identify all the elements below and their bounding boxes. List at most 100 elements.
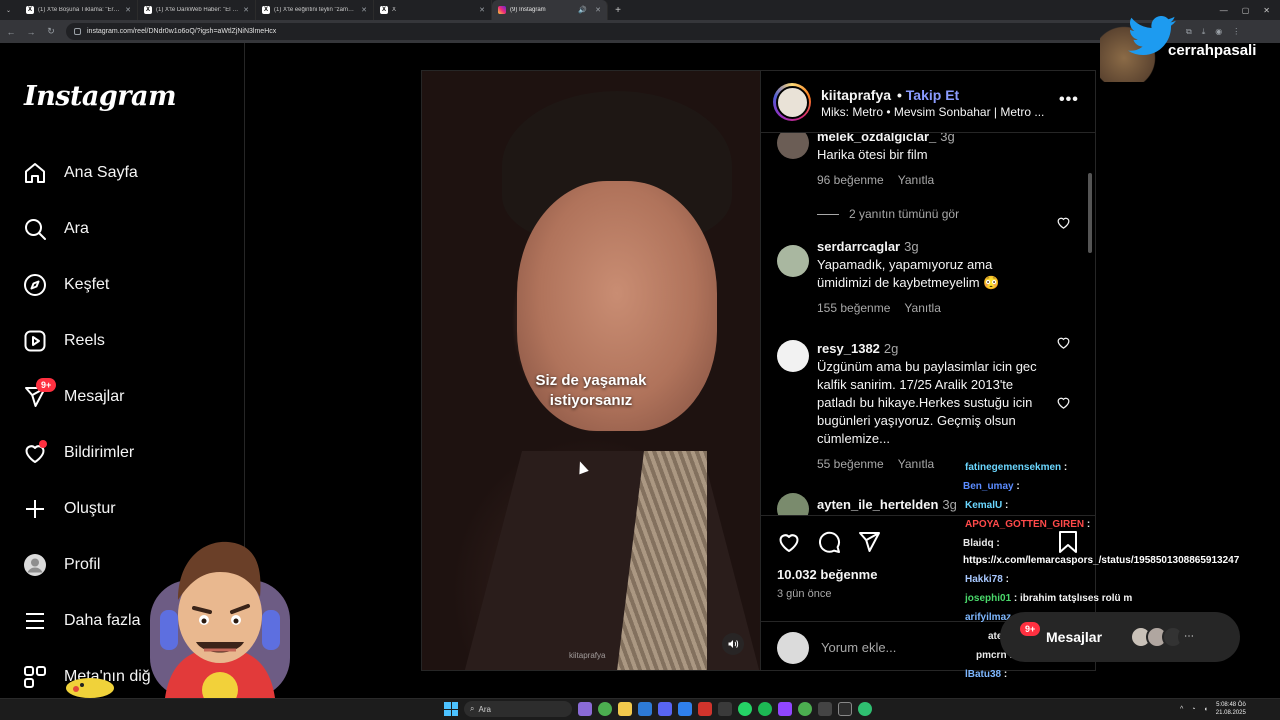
comment-username[interactable]: melek_ozdalgiclar_ 3g: [817, 133, 955, 144]
comment-icon[interactable]: [817, 530, 841, 559]
sidebar-item-more[interactable]: Daha fazla: [22, 605, 141, 637]
url-input[interactable]: instagram.com/reel/DNdr0w1o6oQ/?igsh=aWt…: [66, 23, 1166, 40]
file-explorer-icon[interactable]: [618, 702, 632, 716]
windows-start-icon[interactable]: [444, 702, 458, 716]
reel-video[interactable]: Siz de yaşamak istiyorsanız kiitaprafya: [422, 71, 760, 670]
comment-username[interactable]: ayten_ile_hertelden 3g: [817, 497, 957, 512]
app-icon[interactable]: [718, 702, 732, 716]
comment-like-icon[interactable]: [1056, 215, 1071, 235]
obs-icon[interactable]: [818, 702, 832, 716]
chat-text: :: [1061, 462, 1068, 473]
system-clock[interactable]: 5:08:48 Öö 21.08.2025: [1216, 701, 1246, 717]
author-username[interactable]: kiitaprafya: [821, 87, 891, 103]
site-info-icon[interactable]: [74, 28, 81, 35]
comments-scrollbar[interactable]: [1088, 133, 1092, 515]
browser-tab[interactable]: X (1) X'te Boşuna Tıklama: "Erol ... ✕: [20, 0, 138, 20]
forward-icon[interactable]: →: [26, 27, 36, 37]
chevron-down-icon[interactable]: ⌄: [6, 7, 11, 14]
sidebar-item-messages[interactable]: 9+ Mesajlar: [22, 378, 124, 413]
comment-username[interactable]: serdarrcaglar 3g: [817, 239, 919, 254]
comment-likes[interactable]: 55 beğenme: [817, 457, 884, 471]
speaker-icon[interactable]: 🔊: [578, 6, 587, 14]
reply-button[interactable]: Yanıtla: [898, 173, 934, 187]
back-icon[interactable]: ←: [6, 27, 16, 37]
tray-chevron-icon[interactable]: ^: [1180, 706, 1183, 713]
sidebar-item-profile[interactable]: Profil: [22, 549, 100, 581]
commenter-avatar[interactable]: [777, 340, 809, 372]
commenter-avatar[interactable]: [777, 493, 809, 515]
comment-meta: 96 beğenme Yanıtla: [817, 173, 934, 187]
twitter-handle: cerrahpasali: [1168, 42, 1257, 59]
comments-list[interactable]: melek_ozdalgiclar_ 3g Harika ötesi bir fi…: [761, 133, 1096, 515]
close-icon[interactable]: ✕: [243, 6, 249, 14]
mail-icon[interactable]: [698, 702, 712, 716]
new-tab-button[interactable]: +: [608, 5, 628, 16]
reply-button[interactable]: Yanıtla: [898, 457, 934, 471]
comment-time: 3g: [904, 239, 919, 254]
network-icon[interactable]: ◔: [1191, 706, 1195, 713]
chat-text: :: [1084, 519, 1091, 530]
discord-icon[interactable]: [658, 702, 672, 716]
post-header: kiitaprafya • Takip Et Miks: Metro • Mev…: [761, 71, 1096, 133]
browser-tab[interactable]: X (1) X'te eeğintini teylin "zamane... ✕: [256, 0, 374, 20]
browser-tab[interactable]: X X ✕: [374, 0, 492, 20]
app-icon[interactable]: [838, 702, 852, 716]
commenter-avatar[interactable]: [777, 245, 809, 277]
comment-likes[interactable]: 96 beğenme: [817, 173, 884, 187]
like-icon[interactable]: [777, 530, 801, 559]
close-icon[interactable]: ✕: [479, 6, 485, 14]
sidebar-item-reels[interactable]: Reels: [22, 325, 105, 357]
twitch-icon[interactable]: [778, 702, 792, 716]
more-options-icon[interactable]: ⋯: [1178, 626, 1200, 648]
store-icon[interactable]: [678, 702, 692, 716]
x-logo-icon: X: [144, 6, 152, 14]
audio-toggle-button[interactable]: [722, 633, 744, 655]
app-icon[interactable]: [858, 702, 872, 716]
instagram-logo[interactable]: Instagram: [24, 81, 177, 112]
chat-user: Ben_umay: [963, 481, 1014, 492]
floating-messages-button[interactable]: Mesajlar: [1000, 612, 1240, 662]
audio-subtitle[interactable]: Miks: Metro • Mevsim Sonbahar | Metro ..…: [821, 105, 1051, 119]
browser-tab[interactable]: ⌄: [0, 0, 20, 20]
avatar: [777, 632, 809, 664]
commenter-avatar[interactable]: [777, 133, 809, 159]
chat-user: APOYA_GOTTEN_GIREN: [965, 519, 1085, 530]
sidebar-item-notifications[interactable]: Bildirimler: [22, 437, 134, 469]
more-options-icon[interactable]: •••: [1059, 91, 1079, 109]
chrome-icon[interactable]: [798, 702, 812, 716]
chat-message: https://x.com/lemarcaspors_/status/19585…: [963, 555, 1239, 566]
sidebar-item-search[interactable]: Ara: [22, 213, 89, 245]
sidebar-item-create[interactable]: Oluştur: [22, 493, 116, 525]
reply-button[interactable]: Yanıtla: [904, 301, 940, 315]
browser-tab[interactable]: X (1) X'te DarkWeb Haber: "El Sa... ✕: [138, 0, 256, 20]
comment-likes[interactable]: 155 beğenme: [817, 301, 890, 315]
sidebar-item-home[interactable]: Ana Sayfa: [22, 157, 138, 189]
sidebar-item-explore[interactable]: Keşfet: [22, 269, 109, 301]
view-replies-button[interactable]: 2 yanıtın tümünü gör: [817, 207, 959, 221]
browser-tab-active[interactable]: (9) Instagram 🔊 ✕: [492, 0, 608, 20]
close-icon[interactable]: ✕: [125, 6, 131, 14]
comment-like-icon[interactable]: [1056, 395, 1071, 415]
close-icon[interactable]: ✕: [361, 6, 367, 14]
app-icon[interactable]: [578, 702, 592, 716]
close-icon[interactable]: ✕: [595, 6, 601, 14]
comment-input[interactable]: Yorum ekle...: [821, 640, 896, 655]
chrome-icon[interactable]: [598, 702, 612, 716]
comment-username[interactable]: resy_1382 2g: [817, 341, 898, 356]
share-icon[interactable]: [857, 530, 881, 559]
address-bar-row: ← → ↻ instagram.com/reel/DNdr0w1o6oQ/?ig…: [0, 20, 1280, 43]
like-count[interactable]: 10.032 beğenme: [777, 567, 877, 582]
volume-icon[interactable]: ◖: [1204, 706, 1208, 713]
follow-button[interactable]: • Takip Et: [897, 87, 959, 103]
comment-meta: 55 beğenme Yanıtla: [817, 457, 934, 471]
comment-like-icon[interactable]: [1056, 335, 1071, 355]
comment-time: 3g: [940, 133, 955, 144]
spotify-icon[interactable]: [758, 702, 772, 716]
reels-icon: [22, 328, 48, 354]
reload-icon[interactable]: ↻: [46, 26, 56, 37]
author-avatar[interactable]: [773, 83, 811, 121]
taskbar-search[interactable]: ⌕ Ara: [464, 701, 572, 717]
edge-icon[interactable]: [638, 702, 652, 716]
whatsapp-icon[interactable]: [738, 702, 752, 716]
chat-message: Blaidq :: [963, 538, 1000, 549]
